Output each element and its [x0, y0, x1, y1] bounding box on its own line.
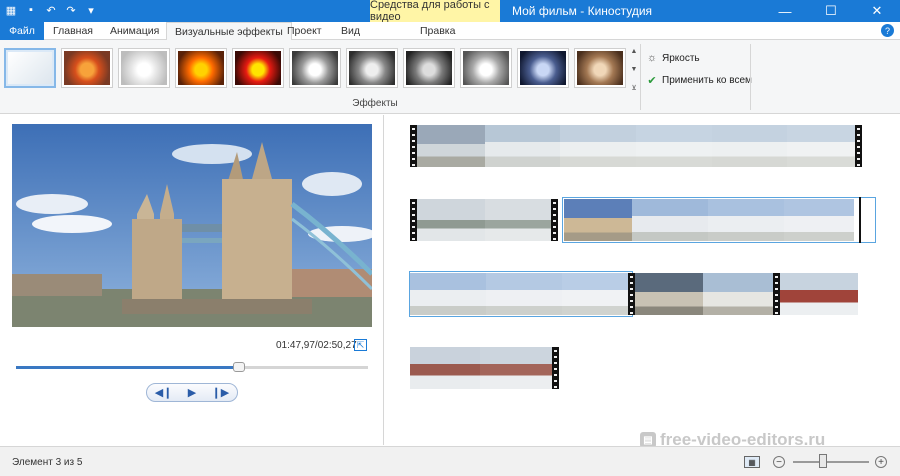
film-edge [628, 273, 635, 315]
undo-icon[interactable]: ↶ [44, 3, 58, 17]
playhead[interactable] [859, 197, 861, 243]
effect-thumb[interactable] [175, 48, 227, 88]
scroll-up-icon[interactable]: ▲ [631, 48, 638, 55]
ribbon: ▲ ▼ ⊻ ☼ Яркость ✔ Применить ко всем Эффе… [0, 40, 900, 114]
clip-1[interactable] [410, 125, 863, 167]
effect-thumb[interactable] [517, 48, 569, 88]
effect-thumb[interactable] [403, 48, 455, 88]
effects-group-label: Эффекты [352, 98, 398, 109]
tower-bridge-image [12, 124, 372, 327]
tab-view[interactable]: Вид [341, 22, 360, 40]
selection-frame [409, 271, 633, 317]
seek-bar[interactable] [16, 362, 368, 372]
effect-thumb[interactable] [118, 48, 170, 88]
customize-qat-icon[interactable]: ▾ [84, 3, 98, 17]
tab-animation[interactable]: Анимация [110, 22, 159, 40]
effect-thumb[interactable] [574, 48, 626, 88]
film-edge [410, 125, 417, 167]
film-edge [773, 273, 780, 315]
video-preview[interactable] [12, 124, 372, 327]
clip-5[interactable] [780, 273, 858, 315]
zoom-slider[interactable] [793, 461, 869, 463]
brightness-label: Яркость [662, 52, 700, 64]
maximize-button[interactable]: ☐ [808, 0, 854, 22]
minimize-button[interactable]: — [762, 0, 808, 22]
tab-visual-effects[interactable]: Визуальные эффекты [166, 22, 292, 40]
effect-thumb[interactable] [232, 48, 284, 88]
play-icon[interactable]: ▶ [188, 386, 196, 399]
effect-thumb[interactable] [460, 48, 512, 88]
work-area: 01:47,97/02:50,27 ⇱ ◀❙ ▶ ❙▶ [0, 115, 900, 445]
effects-gallery [4, 48, 626, 88]
clip-5-continued[interactable] [410, 347, 560, 389]
playback-time: 01:47,97/02:50,27 [276, 340, 357, 351]
gallery-more-icon[interactable]: ⊻ [631, 84, 636, 92]
title-bar: ▦ ▪ ↶ ↷ ▾ Средства для работы с видео Мо… [0, 0, 900, 23]
effect-none[interactable] [4, 48, 56, 88]
effect-thumb[interactable] [346, 48, 398, 88]
fullscreen-icon[interactable]: ⇱ [354, 339, 367, 351]
redo-icon[interactable]: ↷ [64, 3, 78, 17]
tab-project[interactable]: Проект [287, 22, 322, 40]
selection-frame [562, 197, 876, 243]
context-tools-label: Средства для работы с видео [370, 0, 500, 23]
gallery-scroll[interactable]: ▲ ▼ ⊻ [629, 48, 639, 92]
clip-2[interactable] [410, 199, 558, 241]
quick-access-toolbar: ▦ ▪ ↶ ↷ ▾ [4, 3, 98, 17]
film-edge [551, 199, 558, 241]
window-title: Мой фильм - Киностудия [512, 4, 653, 18]
playback-controls: ◀❙ ▶ ❙▶ [146, 383, 238, 402]
seek-thumb[interactable] [233, 362, 246, 372]
tab-edit[interactable]: Правка [420, 22, 455, 40]
close-button[interactable]: ✕ [854, 0, 900, 22]
help-icon[interactable]: ? [881, 24, 894, 37]
seek-progress [16, 366, 240, 369]
film-edge [855, 125, 863, 167]
ribbon-tabs: Файл Главная Анимация Визуальные эффекты… [0, 22, 900, 40]
tab-home[interactable]: Главная [53, 22, 93, 40]
film-edge [552, 347, 559, 389]
effect-thumb[interactable] [289, 48, 341, 88]
status-bar: Элемент 3 из 5 ▦ − + [0, 446, 900, 476]
scroll-down-icon[interactable]: ▼ [631, 66, 638, 73]
zoom-in-icon[interactable]: + [875, 456, 887, 468]
ribbon-divider [750, 44, 751, 110]
apply-all-button[interactable]: ✔ Применить ко всем [646, 74, 752, 87]
previous-frame-icon[interactable]: ◀❙ [155, 386, 173, 399]
apply-all-label: Применить ко всем [662, 74, 752, 86]
storyboard-view-icon[interactable]: ▦ [744, 456, 760, 468]
film-edge [410, 199, 417, 241]
clip-4[interactable] [628, 273, 780, 315]
app-menu-icon[interactable]: ▦ [4, 3, 18, 17]
save-icon[interactable]: ▪ [24, 3, 38, 17]
effect-thumb[interactable] [61, 48, 113, 88]
brightness-button[interactable]: ☼ Яркость [646, 52, 700, 64]
zoom-out-icon[interactable]: − [773, 456, 785, 468]
status-text: Элемент 3 из 5 [12, 457, 83, 468]
storyboard [386, 115, 900, 445]
zoom-thumb[interactable] [819, 454, 828, 468]
brightness-icon: ☼ [646, 52, 658, 64]
next-frame-icon[interactable]: ❙▶ [212, 386, 230, 399]
preview-pane: 01:47,97/02:50,27 ⇱ ◀❙ ▶ ❙▶ [0, 115, 384, 445]
apply-all-icon: ✔ [647, 74, 657, 87]
tab-file[interactable]: Файл [0, 22, 44, 40]
